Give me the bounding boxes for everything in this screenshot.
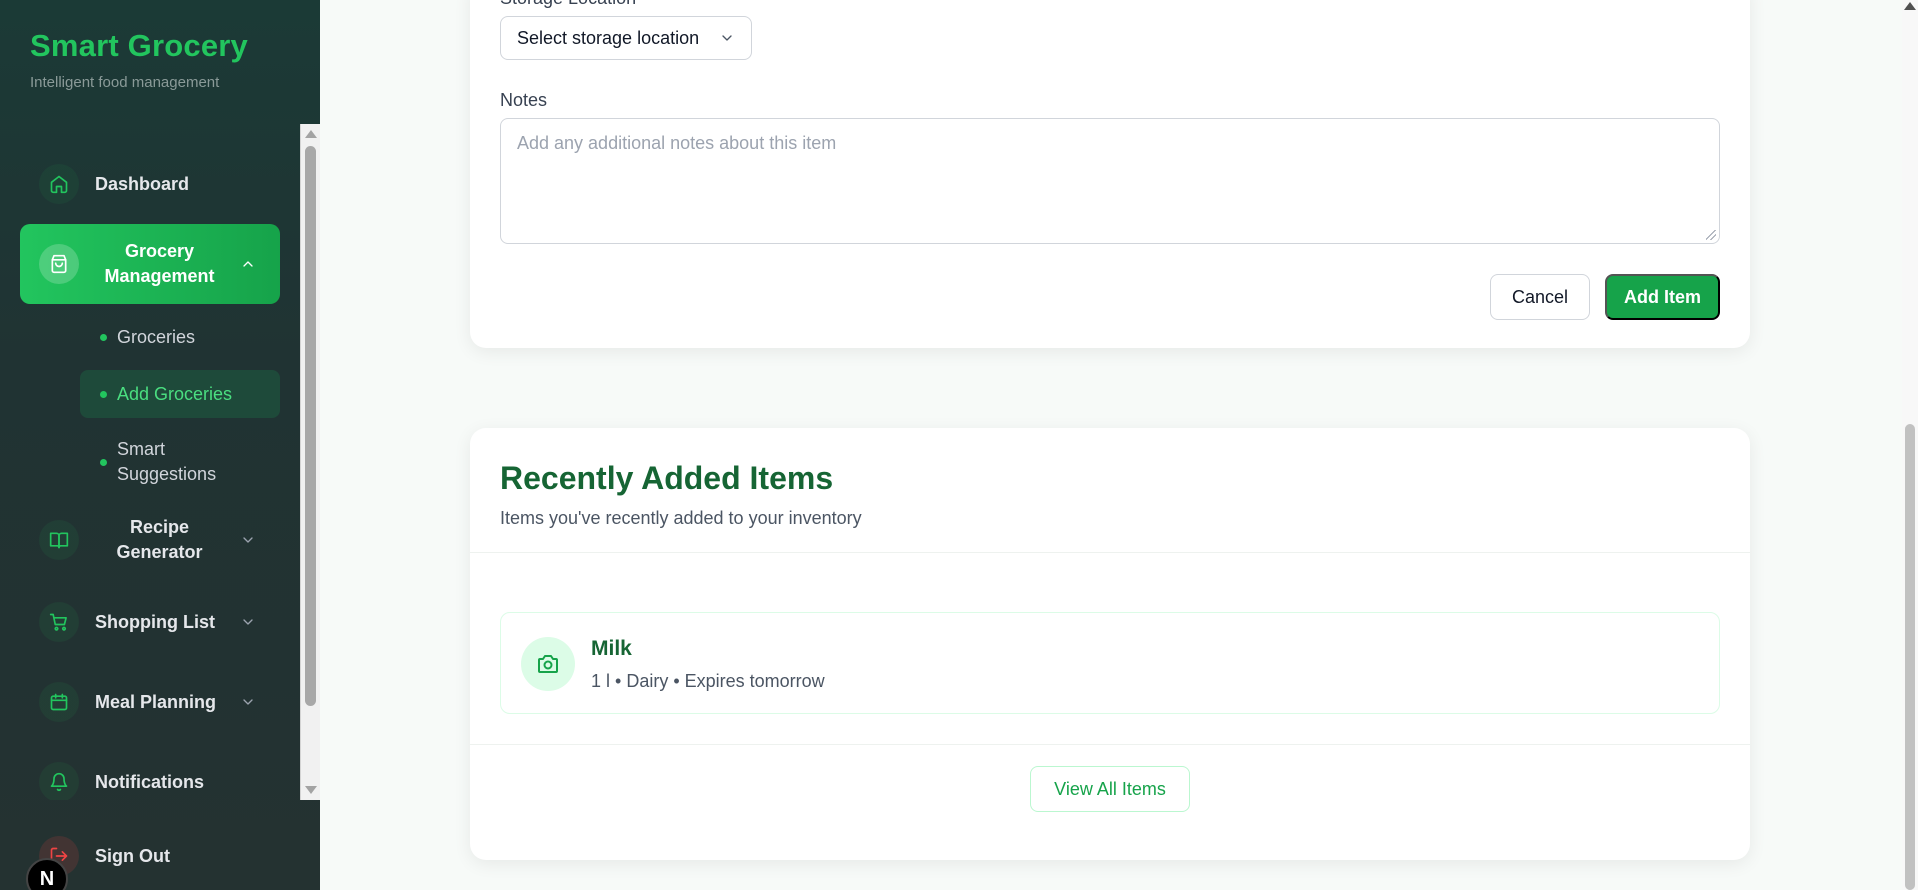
camera-icon: [521, 637, 575, 691]
bullet-dot-icon: [100, 333, 107, 341]
sidebar-item-notifications[interactable]: Notifications: [20, 754, 280, 800]
resize-handle-icon[interactable]: [1706, 230, 1716, 240]
list-item[interactable]: Milk 1 l • Dairy • Expires tomorrow: [500, 612, 1720, 714]
sidebar-subitem-add-groceries[interactable]: Add Groceries: [80, 370, 280, 418]
divider: [470, 552, 1750, 553]
storage-location-value: Select storage location: [517, 27, 700, 48]
cancel-button[interactable]: Cancel: [1490, 274, 1590, 320]
sidebar-nav: Dashboard Grocery Management Groceries A…: [0, 124, 302, 800]
bell-icon: [39, 762, 79, 800]
sidebar-item-label: Notifications: [95, 771, 205, 792]
brand: Smart Grocery Intelligent food managemen…: [30, 28, 248, 91]
brand-subtitle: Intelligent food management: [30, 74, 220, 91]
sidebar-item-dashboard[interactable]: Dashboard: [20, 156, 280, 212]
sidebar: Smart Grocery Intelligent food managemen…: [0, 0, 320, 890]
storage-location-select[interactable]: Select storage location: [500, 16, 752, 60]
cart-icon: [39, 602, 79, 642]
notes-textarea[interactable]: Add any additional notes about this item: [500, 118, 1720, 244]
sidebar-scroll-thumb[interactable]: [305, 146, 316, 706]
chevron-down-icon: [719, 30, 735, 46]
page-scrollbar[interactable]: [1902, 0, 1918, 890]
chevron-down-icon: [240, 532, 256, 548]
sidebar-item-meal-planning[interactable]: Meal Planning: [20, 674, 280, 730]
book-icon: [39, 520, 79, 560]
scroll-up-arrow-icon[interactable]: [305, 130, 317, 138]
scroll-down-arrow-icon[interactable]: [305, 786, 317, 794]
recent-items-subtitle: Items you've recently added to your inve…: [500, 508, 862, 528]
divider: [470, 744, 1750, 745]
bullet-dot-icon: [100, 458, 107, 466]
sidebar-item-grocery-management[interactable]: Grocery Management: [20, 224, 280, 304]
view-all-items-button[interactable]: View All Items: [1030, 766, 1190, 812]
item-name: Milk: [591, 637, 632, 660]
sidebar-item-label: Recipe Generator: [116, 517, 203, 562]
chevron-down-icon: [240, 694, 256, 710]
sidebar-item-recipe-generator[interactable]: Recipe Generator: [20, 508, 280, 572]
notes-placeholder: Add any additional notes about this item: [517, 133, 837, 153]
sidebar-subitem-label: Smart Suggestions: [117, 439, 217, 484]
chevron-up-icon: [240, 256, 256, 272]
sidebar-subitem-label: Add Groceries: [117, 383, 233, 404]
sidebar-item-label: Dashboard: [95, 173, 190, 194]
sidebar-subitem-smart-suggestions[interactable]: Smart Suggestions: [80, 430, 280, 494]
home-icon: [39, 164, 79, 204]
calendar-icon: [39, 682, 79, 722]
brand-title: Smart Grocery: [30, 28, 248, 63]
item-details: 1 l • Dairy • Expires tomorrow: [591, 671, 825, 691]
sidebar-subitem-groceries[interactable]: Groceries: [80, 316, 280, 358]
sidebar-scrollbar[interactable]: [300, 124, 320, 800]
bullet-dot-icon: [100, 390, 107, 398]
recent-items-card: Recently Added Items Items you've recent…: [470, 428, 1750, 860]
add-item-form-card: Storage Location Select storage location…: [470, 0, 1750, 348]
shopping-bag-icon: [39, 244, 79, 284]
recent-items-title: Recently Added Items: [500, 460, 834, 496]
scroll-up-arrow-icon[interactable]: [1904, 2, 1916, 10]
sidebar-item-label: Shopping List: [95, 611, 215, 632]
sign-out-label: Sign Out: [95, 845, 170, 866]
sidebar-item-shopping-list[interactable]: Shopping List: [20, 594, 280, 650]
sidebar-subitem-label: Groceries: [117, 326, 196, 347]
add-item-button[interactable]: Add Item: [1605, 274, 1720, 320]
page-scroll-thumb[interactable]: [1905, 424, 1915, 890]
chevron-down-icon: [240, 614, 256, 630]
main-content: Storage Location Select storage location…: [320, 0, 1918, 890]
storage-location-label: Storage Location: [500, 0, 636, 9]
sidebar-item-label: Grocery Management: [104, 241, 215, 286]
notes-label: Notes: [500, 90, 548, 110]
sidebar-item-label: Meal Planning: [95, 691, 217, 712]
